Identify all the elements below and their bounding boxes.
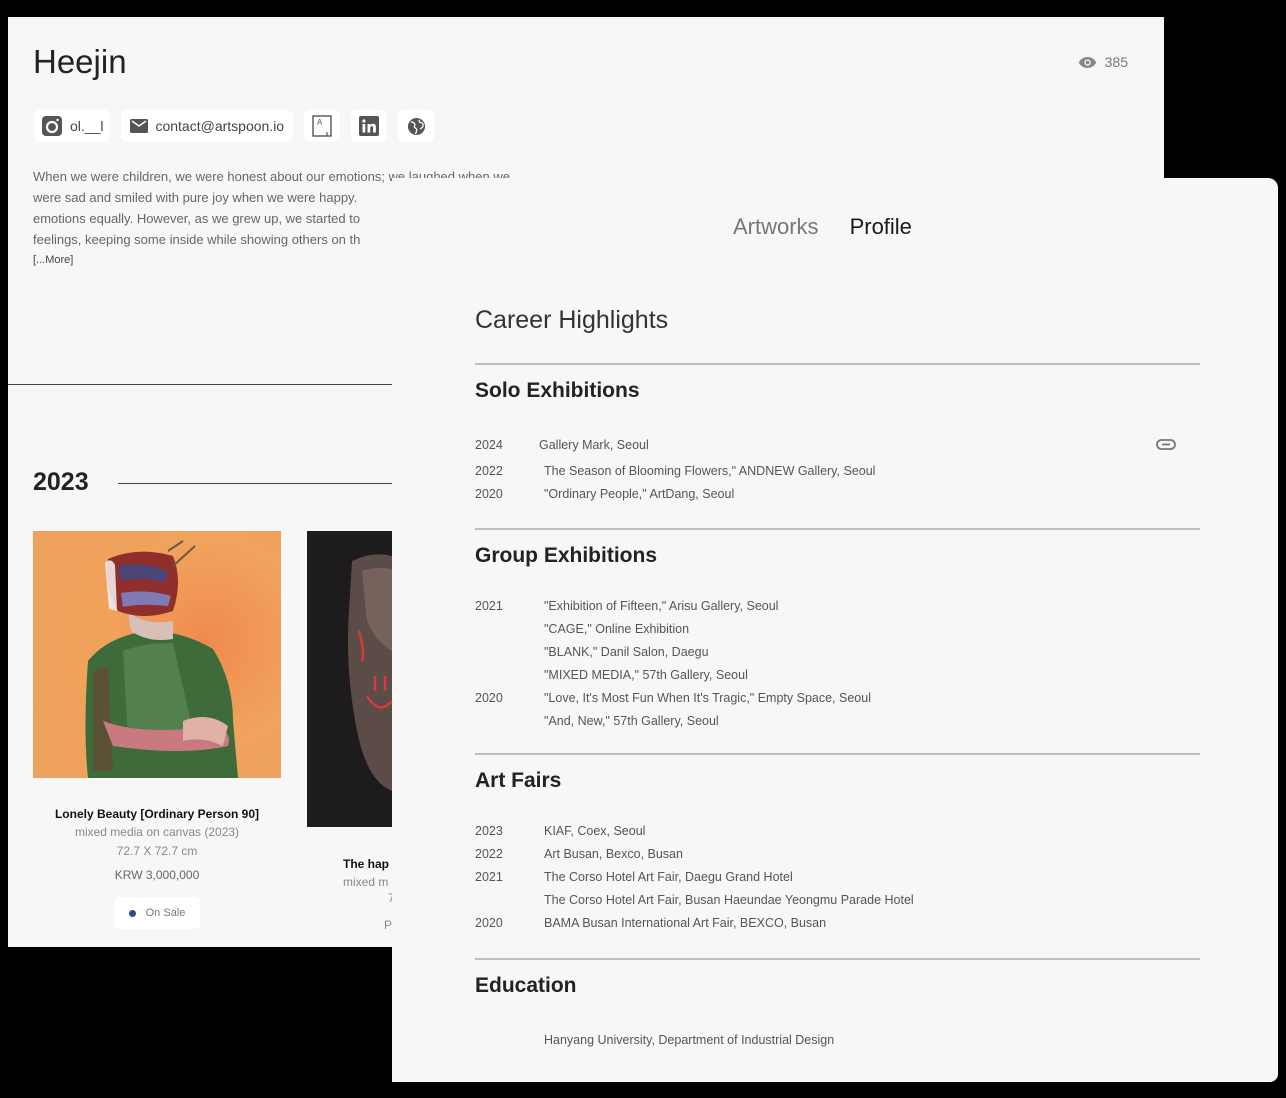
entry-text: The Corso Hotel Art Fair, Daegu Grand Ho… <box>544 869 793 884</box>
section-divider <box>475 958 1200 960</box>
list-item: 2022 The Season of Blooming Flowers," AN… <box>475 459 1200 482</box>
entry-text: Art Busan, Bexco, Busan <box>544 846 683 861</box>
entry-year: 2020 <box>475 486 503 501</box>
status-label: On Sale <box>145 907 186 919</box>
entry-text: KIAF, Coex, Seoul <box>544 823 646 838</box>
linkedin-link[interactable] <box>351 110 388 142</box>
list-item: "And, New," 57th Gallery, Seoul <box>475 709 1200 732</box>
list-item: 2022 Art Busan, Bexco, Busan <box>475 842 1200 865</box>
list-item: "BLANK," Danil Salon, Daegu <box>475 640 1200 663</box>
entry-text: "BLANK," Danil Salon, Daegu <box>544 644 709 659</box>
svg-text:A: A <box>317 118 323 127</box>
education-section: Education Hanyang University, Department… <box>475 958 1200 1051</box>
instagram-handle: ol.__l <box>70 118 104 134</box>
list-item: 2024 Gallery Mark, Seoul <box>475 430 1200 459</box>
year-divider <box>118 483 392 484</box>
entry-text: The Season of Blooming Flowers," ANDNEW … <box>544 463 876 478</box>
list-item: Hanyang University, Department of Indust… <box>475 1028 1200 1051</box>
list-item: 2020 "Love, It's Most Fun When It's Tragi… <box>475 686 1200 709</box>
artwork-image[interactable] <box>307 531 392 827</box>
artwork-title[interactable]: Lonely Beauty [Ordinary Person 90] <box>33 805 281 823</box>
artwork-price: KRW 3,000,000 <box>114 868 200 882</box>
entry-list: 2021 "Exhibition of Fifteen," Arisu Galle… <box>475 594 1200 732</box>
list-item: The Corso Hotel Art Fair, Busan Haeundae… <box>475 888 1200 911</box>
entry-list: 2024 Gallery Mark, Seoul 2022 The Season… <box>475 430 1200 505</box>
entry-text: "MIXED MEDIA," 57th Gallery, Seoul <box>544 667 748 682</box>
instagram-icon <box>42 116 62 136</box>
artwork-price: P <box>384 918 393 932</box>
entry-text: The Corso Hotel Art Fair, Busan Haeundae… <box>544 892 914 907</box>
instagram-link[interactable]: ol.__l <box>34 110 111 142</box>
bio-more-link[interactable]: [...More] <box>33 254 73 266</box>
year-heading: 2023 <box>33 468 89 496</box>
entry-year: 2022 <box>475 846 503 861</box>
solo-exhibitions-section: Solo Exhibitions 2024 Gallery Mark, Seou… <box>475 363 1200 505</box>
section-divider <box>8 384 392 385</box>
entry-year: 2024 <box>475 437 503 452</box>
entry-year: 2021 <box>475 598 503 613</box>
list-item: "MIXED MEDIA," 57th Gallery, Seoul <box>475 663 1200 686</box>
list-item: 2020 BAMA Busan International Art Fair, B… <box>475 911 1200 934</box>
entry-text: "Exhibition of Fifteen," Arisu Gallery, … <box>544 598 779 613</box>
section-title: Solo Exhibitions <box>475 379 640 402</box>
artwork-size: 72.7 X 72.7 cm <box>116 844 198 858</box>
entry-list: 2023 KIAF, Coex, Seoul 2022 Art Busan, Bex… <box>475 819 1200 934</box>
career-highlights-title: Career Highlights <box>475 306 669 334</box>
view-count-value: 385 <box>1104 54 1128 70</box>
list-item: 2020 "Ordinary People," ArtDang, Seoul <box>475 482 1200 505</box>
list-item: 2021 "Exhibition of Fifteen," Arisu Galle… <box>475 594 1200 617</box>
painting-the-happy <box>307 531 392 827</box>
artspoon-link[interactable]: A <box>304 110 341 142</box>
group-exhibitions-section: Group Exhibitions 2021 "Exhibition of Fif… <box>475 528 1200 732</box>
view-count: 385 <box>1078 54 1128 70</box>
entry-text: "Love, It's Most Fun When It's Tragic," … <box>544 690 871 705</box>
art-fairs-section: Art Fairs 2023 KIAF, Coex, Seoul 2022 Art … <box>475 753 1200 934</box>
entry-text: BAMA Busan International Art Fair, BEXCO… <box>544 915 827 930</box>
list-item: "CAGE," Online Exhibition <box>475 617 1200 640</box>
artwork-card: Lonely Beauty [Ordinary Person 90] mixed… <box>33 805 281 929</box>
artwork-medium: mixed media on canvas (2023) <box>74 825 240 839</box>
section-divider <box>475 363 1200 365</box>
artwork-medium: mixed m <box>343 875 389 889</box>
link-icon[interactable] <box>1156 439 1176 450</box>
email-address: contact@artspoon.io <box>155 118 285 134</box>
entry-year: 2020 <box>475 690 503 705</box>
status-badge[interactable]: On Sale <box>114 897 200 929</box>
entry-year: 2020 <box>475 915 503 930</box>
document-a-icon: A <box>312 115 332 137</box>
social-links: ol.__l contact@artspoon.io A <box>34 110 435 142</box>
painting-lonely-beauty <box>33 531 281 778</box>
artwork-card: The hap mixed m <box>343 855 392 892</box>
linkedin-icon <box>359 116 380 136</box>
eye-icon <box>1078 56 1096 68</box>
entry-text: Hanyang University, Department of Indust… <box>544 1032 835 1047</box>
website-link[interactable] <box>398 110 435 142</box>
entry-year: 2022 <box>475 463 503 478</box>
section-title: Art Fairs <box>475 769 562 792</box>
list-item: 2021 The Corso Hotel Art Fair, Daegu Gran… <box>475 865 1200 888</box>
entry-text: "CAGE," Online Exhibition <box>544 621 690 636</box>
entry-text: "Ordinary People," ArtDang, Seoul <box>544 486 735 501</box>
email-link[interactable]: contact@artspoon.io <box>121 110 294 142</box>
section-title: Education <box>475 974 577 997</box>
entry-list: Hanyang University, Department of Indust… <box>475 1028 1200 1051</box>
mail-icon <box>130 119 149 133</box>
profile-page-panel: Artworks Profile Career Highlights Solo … <box>392 178 1278 1082</box>
section-title: Group Exhibitions <box>475 544 657 567</box>
tab-profile[interactable]: Profile <box>850 214 912 240</box>
globe-icon <box>407 117 425 135</box>
artist-name: Heejin <box>33 43 127 80</box>
section-divider <box>475 528 1200 530</box>
status-dot <box>128 909 136 917</box>
artwork-title[interactable]: The hap <box>343 855 392 873</box>
entry-text: Gallery Mark, Seoul <box>539 437 649 452</box>
page-tabs: Artworks Profile <box>733 214 912 240</box>
entry-year: 2023 <box>475 823 503 838</box>
tab-artworks[interactable]: Artworks <box>733 214 819 240</box>
entry-year: 2021 <box>475 869 503 884</box>
artwork-image[interactable] <box>33 531 281 778</box>
entry-text: "And, New," 57th Gallery, Seoul <box>544 713 719 728</box>
section-divider <box>475 753 1200 755</box>
list-item: 2023 KIAF, Coex, Seoul <box>475 819 1200 842</box>
